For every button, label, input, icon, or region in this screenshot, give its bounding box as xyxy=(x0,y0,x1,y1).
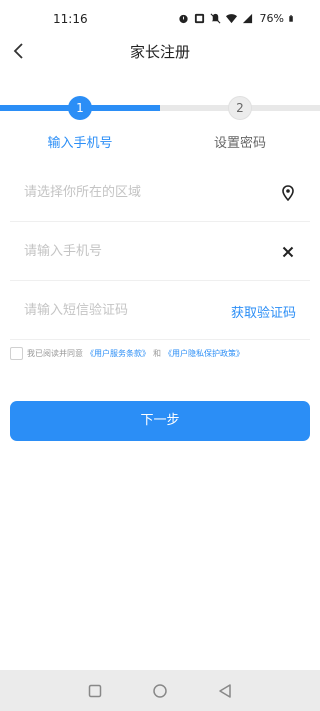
region-row[interactable] xyxy=(10,163,310,222)
status-bar: 11:16 76% xyxy=(0,0,320,38)
battery-percent: 76% xyxy=(259,12,284,25)
signal-icon xyxy=(242,13,252,24)
square-nav-icon[interactable] xyxy=(85,681,105,701)
mute-icon xyxy=(210,13,221,24)
step-1-label: 输入手机号 xyxy=(47,136,113,151)
step-1-indicator: 1 xyxy=(68,96,92,120)
sms-code-input[interactable] xyxy=(24,281,224,340)
privacy-link[interactable]: 《用户隐私保护政策》 xyxy=(164,348,244,359)
circle-nav-icon[interactable] xyxy=(150,681,170,701)
system-nav-bar xyxy=(0,670,320,711)
agree-checkbox[interactable] xyxy=(10,346,23,360)
status-time: 11:16 xyxy=(53,12,88,26)
alarm-icon xyxy=(178,14,188,24)
wifi-icon xyxy=(225,14,237,24)
agreement-row: 我已阅读并同意 《用户服务条款》 和 《用户隐私保护政策》 xyxy=(10,345,310,361)
battery-icon xyxy=(289,15,293,22)
page-title: 家长注册 xyxy=(129,43,190,61)
register-form: 获取验证码 xyxy=(10,163,310,340)
nfc-icon xyxy=(194,13,204,24)
header: 家长注册 xyxy=(0,38,320,68)
step-progress: 1 2 xyxy=(0,96,320,124)
agreement-conjunction: 和 xyxy=(153,348,161,358)
phone-row xyxy=(10,222,310,281)
next-step-button[interactable]: 下一步 xyxy=(10,401,310,441)
code-row: 获取验证码 xyxy=(10,281,310,340)
triangle-back-nav-icon[interactable] xyxy=(215,681,235,701)
status-icons: 76% xyxy=(178,12,296,25)
phone-input[interactable] xyxy=(24,222,224,281)
region-select[interactable] xyxy=(24,163,224,222)
clear-icon[interactable] xyxy=(280,244,296,260)
step-2-indicator: 2 xyxy=(228,96,252,120)
agreement-prefix: 我已阅读并同意 xyxy=(27,348,83,358)
terms-link[interactable]: 《用户服务条款》 xyxy=(86,348,150,359)
get-code-button[interactable]: 获取验证码 xyxy=(231,302,296,321)
location-icon[interactable] xyxy=(280,185,296,201)
step-2-label: 设置密码 xyxy=(213,136,266,151)
